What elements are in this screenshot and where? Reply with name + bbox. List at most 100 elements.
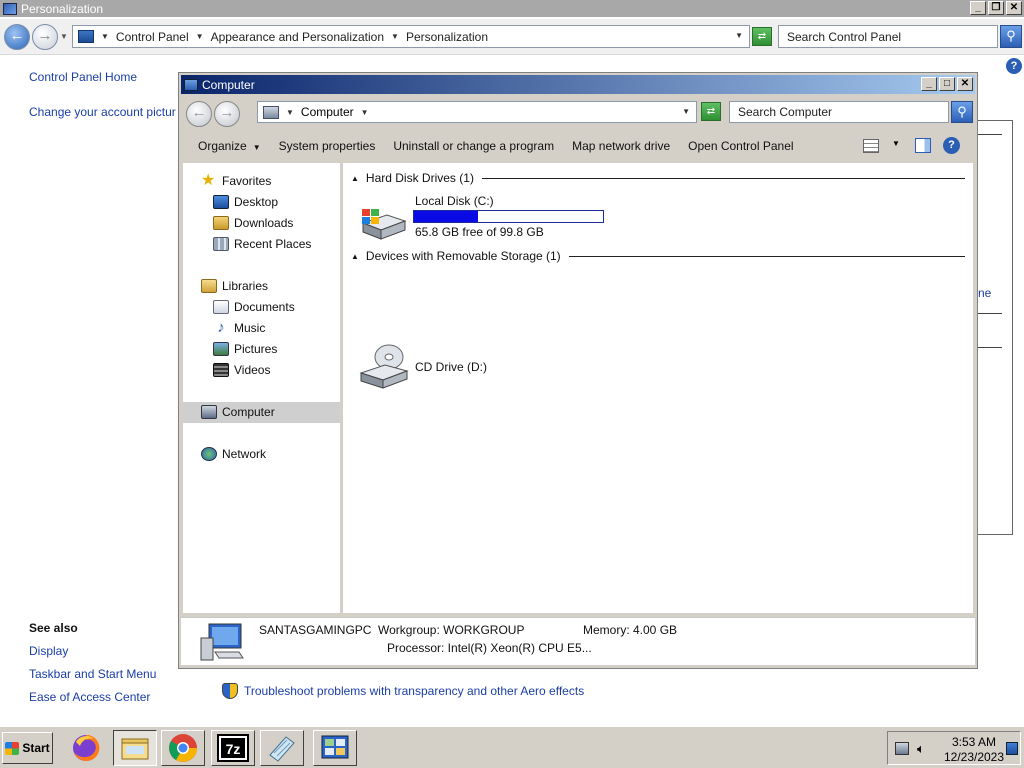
computer-icon [184,78,198,91]
chevron-down-icon[interactable]: ▼ [98,32,112,41]
address-bar[interactable]: ▼ Computer ▼ ▼ [257,101,697,123]
change-account-picture-link[interactable]: Change your account pictur [29,105,176,119]
search-input[interactable]: Search Control Panel [778,25,998,48]
nav-documents[interactable]: Documents [213,300,295,314]
group-hard-disk-drives[interactable]: ▲ Hard Disk Drives (1) [351,171,965,185]
notepad-taskbar-button[interactable] [260,730,304,766]
music-icon: ♪ [217,319,225,336]
open-control-panel-button[interactable]: Open Control Panel [679,139,802,153]
chrome-icon [169,734,197,762]
breadcrumb[interactable]: ▼ Control Panel ▼ Appearance and Persona… [72,25,750,48]
nav-libraries[interactable]: Libraries [201,279,268,293]
minimize-button[interactable]: _ [970,1,986,15]
chrome-taskbar-button[interactable] [161,730,205,766]
start-button[interactable]: Start [2,732,53,764]
nav-downloads[interactable]: Downloads [213,216,293,230]
chevron-down-icon: ▼ [252,143,261,152]
desktop-icon [213,195,229,209]
back-button[interactable]: ← [4,24,30,50]
search-icon[interactable]: ⚲ [951,101,973,123]
nav-label: Desktop [234,195,279,209]
breadcrumb-control-panel[interactable]: Control Panel [112,30,193,44]
search-icon[interactable]: ⚲ [1000,25,1022,48]
organize-button[interactable]: Organize ▼ [189,139,270,153]
close-button[interactable]: ✕ [1006,1,1022,15]
refresh-icon[interactable]: ⇄ [752,27,772,46]
nav-label: Videos [234,363,271,377]
explorer-taskbar-button[interactable] [113,730,157,766]
breadcrumb-appearance[interactable]: Appearance and Personalization [207,30,388,44]
back-button[interactable]: ← [186,101,212,127]
local-disk-free-space: 65.8 GB free of 99.8 GB [415,225,544,239]
collapse-icon[interactable]: ▲ [351,252,359,261]
recent-pages-dropdown-icon[interactable]: ▼ [60,32,68,41]
taskbar-start-menu-link[interactable]: Taskbar and Start Menu [29,667,156,681]
nav-music[interactable]: ♪ Music [213,319,266,336]
address-dropdown-icon[interactable]: ▼ [735,31,743,40]
local-disk-name[interactable]: Local Disk (C:) [415,194,494,208]
ease-of-access-link[interactable]: Ease of Access Center [29,690,150,704]
chevron-down-icon[interactable]: ▼ [388,32,402,41]
maximize-button[interactable]: ❐ [988,1,1004,15]
downloads-icon [213,216,229,230]
7zip-taskbar-button[interactable]: 7z [211,730,255,766]
control-panel-taskbar-button[interactable] [313,730,357,766]
theme-panel-edge [978,120,1013,535]
content-pane: ▲ Hard Disk Drives (1) Local Disk (C:) 6… [343,163,973,613]
navigation-pane: ★ Favorites Desktop Downloads Recent Pla… [183,163,340,613]
search-input[interactable]: Search Computer [729,101,949,123]
breadcrumb-computer[interactable]: Computer [297,105,358,119]
change-view-icon[interactable] [863,139,879,153]
system-properties-button[interactable]: System properties [270,139,385,153]
nav-network[interactable]: Network [201,447,266,461]
nav-desktop[interactable]: Desktop [213,195,278,209]
chevron-down-icon[interactable]: ▼ [892,139,900,148]
forward-button[interactable]: → [214,101,240,127]
chevron-down-icon[interactable]: ▼ [358,108,372,117]
volume-icon[interactable]: 🔈︎ [917,742,931,755]
clock-date[interactable]: 12/23/2023 [938,750,1010,764]
collapse-icon[interactable]: ▲ [351,174,359,183]
display-link[interactable]: Display [29,644,68,658]
help-icon[interactable]: ? [943,137,960,154]
nav-label: Network [222,447,267,461]
divider [978,347,1002,348]
firefox-taskbar-button[interactable] [64,730,108,766]
group-removable-storage[interactable]: ▲ Devices with Removable Storage (1) [351,249,965,263]
network-status-icon[interactable] [895,742,909,755]
map-network-drive-button[interactable]: Map network drive [563,139,679,153]
breadcrumb-personalization[interactable]: Personalization [402,30,492,44]
help-icon[interactable]: ? [1006,58,1022,74]
nav-recent-places[interactable]: Recent Places [213,237,311,251]
control-panel-home-link[interactable]: Control Panel Home [29,70,137,84]
system-tray: 🔈︎ 3:53 AM 12/23/2023 [887,731,1021,765]
personalization-titlebar[interactable]: Personalization _ ❐ ✕ [0,0,1024,17]
nav-label: Computer [222,405,275,419]
nav-videos[interactable]: Videos [213,363,270,377]
nav-label: Music [234,321,266,335]
maximize-button[interactable]: □ [939,77,955,91]
forward-button[interactable]: → [32,24,58,50]
clock-time[interactable]: 3:53 AM [938,735,1010,749]
uninstall-program-button[interactable]: Uninstall or change a program [384,139,563,153]
nav-favorites[interactable]: ★ Favorites [201,173,272,189]
computer-titlebar[interactable]: Computer _ □ ✕ [181,75,975,94]
show-desktop-icon[interactable] [1006,742,1018,755]
nav-computer[interactable]: Computer [201,405,275,419]
control-panel-icon [321,735,349,759]
partial-link[interactable]: ne [978,286,991,300]
control-panel-icon [78,30,94,43]
group-divider [481,177,965,179]
cd-drive-name[interactable]: CD Drive (D:) [415,360,487,374]
chevron-down-icon[interactable]: ▼ [283,108,297,117]
address-dropdown-icon[interactable]: ▼ [682,107,690,116]
troubleshoot-aero-link[interactable]: Troubleshoot problems with transparency … [244,684,584,698]
refresh-icon[interactable]: ⇄ [701,102,721,121]
close-button[interactable]: ✕ [957,77,973,91]
minimize-button[interactable]: _ [921,77,937,91]
preview-pane-icon[interactable] [915,138,931,153]
chevron-down-icon[interactable]: ▼ [193,32,207,41]
nav-pictures[interactable]: Pictures [213,342,277,356]
nav-label: Favorites [222,174,272,188]
control-panel-icon [3,2,17,15]
